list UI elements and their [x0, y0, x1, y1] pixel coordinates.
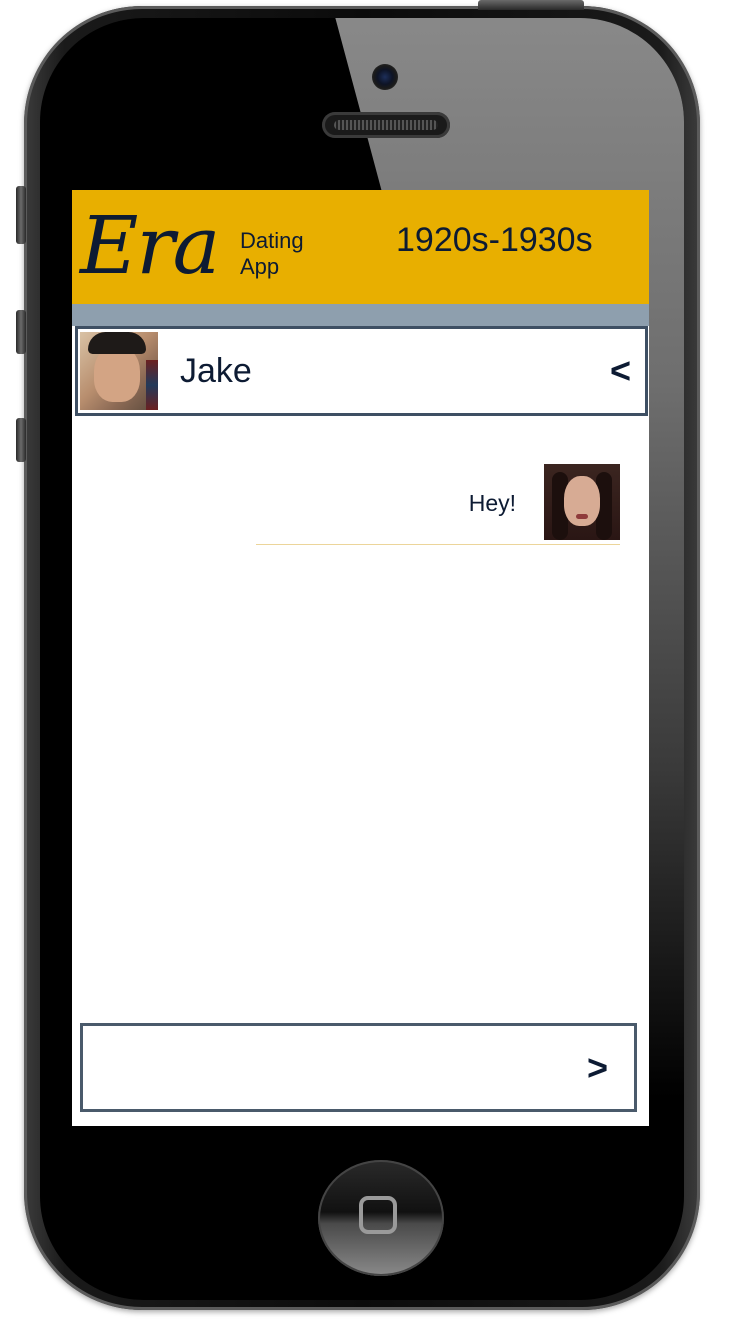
- home-button[interactable]: [318, 1160, 444, 1276]
- era-range-label: 1920s-1930s: [396, 221, 593, 259]
- app-subtitle-line1: Dating: [240, 228, 304, 253]
- sender-avatar-lips: [576, 514, 588, 519]
- app-logo: Era: [80, 199, 220, 292]
- contact-avatar-tattoo: [146, 360, 158, 410]
- earpiece-speaker: [322, 112, 450, 138]
- app-subtitle: Dating App: [240, 228, 304, 280]
- contact-avatar[interactable]: [80, 332, 158, 410]
- header-divider: [72, 304, 649, 326]
- contact-avatar-hair: [88, 332, 146, 354]
- message-compose-box: >: [80, 1023, 637, 1112]
- app-screen: Era Dating App 1920s-1930s Jake < Hey! >: [72, 190, 649, 1126]
- chat-contact-bar: Jake <: [75, 326, 648, 416]
- volume-up-button[interactable]: [16, 310, 26, 354]
- message-input[interactable]: [93, 1036, 557, 1100]
- send-button[interactable]: >: [587, 1046, 608, 1090]
- contact-avatar-face: [94, 346, 140, 402]
- volume-down-button[interactable]: [16, 418, 26, 462]
- message-row: Hey!: [256, 462, 620, 545]
- message-text: Hey!: [468, 490, 516, 516]
- power-button[interactable]: [478, 0, 584, 10]
- home-square-icon: [359, 1196, 397, 1234]
- app-subtitle-line2: App: [240, 254, 280, 279]
- contact-name: Jake: [180, 352, 252, 390]
- app-header: Era Dating App 1920s-1930s: [72, 190, 649, 304]
- back-button[interactable]: <: [610, 349, 631, 393]
- front-camera-icon: [372, 64, 398, 90]
- sender-avatar[interactable]: [544, 464, 620, 540]
- mute-switch[interactable]: [16, 186, 26, 244]
